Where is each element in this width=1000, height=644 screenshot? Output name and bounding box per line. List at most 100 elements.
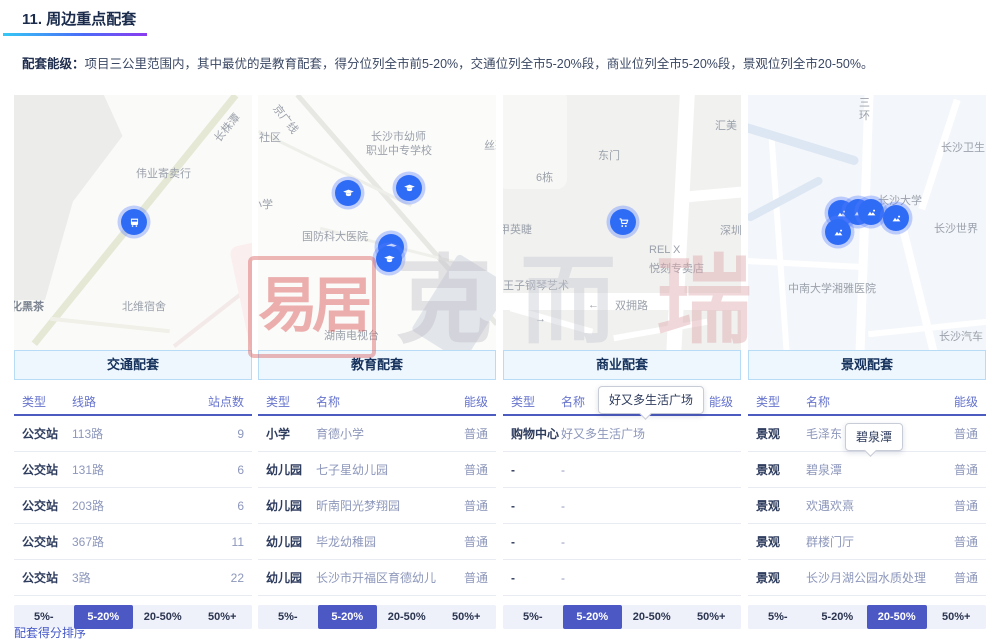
cell-type: 景观 [748,569,806,586]
cell-name[interactable]: 131路 [72,461,192,478]
table-row: -- [503,560,741,596]
column-header: 名称 [806,393,926,410]
score-sort-note: 配套得分排序 [14,624,86,641]
graduation-cap-icon [381,251,398,268]
business-map[interactable]: 汇美东门6栋甲英睫深圳REL X悦刻专卖店王子钢琴艺术←双拥路→ [503,95,741,350]
cell-name[interactable]: - [561,535,681,549]
cell-type: 公交站 [14,461,72,478]
education-map[interactable]: 京广线社区长沙市幼师职业中专学校丝茅小学国防科大医院湖南电视台 [258,95,496,350]
cell-level: 普通 [436,461,496,478]
table-row: 公交站3路22 [14,560,252,596]
panel-title-education: 教育配套 [258,350,496,380]
graduation-cap-icon [340,185,357,202]
table-row: -- [503,524,741,560]
map-label: 丝茅 [484,137,496,153]
cell-name[interactable]: 七子星幼儿园 [316,461,436,478]
cell-type: 景观 [748,533,806,550]
column-header: 能级 [436,393,496,410]
cell-name[interactable]: 群楼门厅 [806,533,926,550]
cell-level: 普通 [436,425,496,442]
cell-name[interactable]: 长沙市开福区育德幼儿园 [316,569,436,586]
cell-level: 9 [192,427,252,441]
table-row: 景观欢遇欢熹普通 [748,488,986,524]
rating-segment: 5%- [748,605,808,629]
cell-name[interactable]: - [561,499,681,513]
cell-name[interactable]: 203路 [72,497,192,514]
summary-text: 配套能级：项目三公里范围内，其中最优的是教育配套，得分位列全市前5-20%，交通… [22,56,942,73]
map-label: 职业中专学校 [366,142,432,158]
transport-table: 类型线路站点数公交站113路9公交站131路6公交站203路6公交站367路11… [14,388,252,596]
rating-segment: 20-50% [133,605,193,629]
bus-icon-marker[interactable] [121,209,147,235]
column-header: 线路 [72,393,192,410]
title-underline [3,33,147,36]
map-label: 6栋 [536,169,553,185]
rating-segment: 5-20% [808,605,868,629]
table-row: 景观碧泉潭普通 [748,452,986,488]
panel-title-transport: 交通配套 [14,350,252,380]
graduation-cap-icon-marker[interactable] [376,246,402,272]
table-row: -- [503,452,741,488]
cell-name[interactable]: - [561,463,681,477]
cell-type: 公交站 [14,533,72,550]
rating-segment: 50%+ [437,605,497,629]
cell-type: 小学 [258,425,316,442]
table-row: 幼儿园毕龙幼稚园普通 [258,524,496,560]
cell-name[interactable]: 欢遇欢熹 [806,497,926,514]
map-road-shape [613,319,708,341]
cell-name[interactable]: - [561,571,681,585]
scenic-icon-marker[interactable] [825,219,851,245]
scenic-icon-marker[interactable] [858,199,884,225]
cell-level: 普通 [926,425,986,442]
map-label: 伟业寄卖行 [136,165,191,181]
map-area-shape [503,95,567,189]
rating-segment: 5%- [503,605,563,629]
map-label: 中南大学湘雅医院 [788,280,876,296]
table-row: 公交站113路9 [14,416,252,452]
rating-segment: 20-50% [377,605,437,629]
cell-level: 11 [192,535,252,549]
panel-education: 京广线社区长沙市幼师职业中专学校丝茅小学国防科大医院湖南电视台 教育配套 类型名… [258,95,496,629]
cell-name[interactable]: 113路 [72,425,192,442]
map-label: ← [588,299,599,311]
cell-name[interactable]: 育德小学 [316,425,436,442]
cell-level: 普通 [436,533,496,550]
graduation-cap-icon-marker[interactable] [335,180,361,206]
rating-segment: 50%+ [927,605,987,629]
cell-type: - [503,463,561,477]
cell-name[interactable]: 长沙月湖公园水质处理站 [806,569,926,586]
landscape-map[interactable]: 三环长沙卫生长沙大学长沙世界中南大学湘雅医院长沙汽车 [748,95,986,350]
transport-map[interactable]: 伟业寄卖行安化黑茶北维宿舍长株潭 [14,95,252,350]
summary-label: 配套能级： [22,57,85,71]
cart-icon-marker[interactable] [610,209,636,235]
cell-name[interactable]: 碧泉潭 [806,461,926,478]
graduation-cap-icon-marker[interactable] [396,175,422,201]
cell-level: 22 [192,571,252,585]
rating-segment: 5-20% [563,605,623,629]
rating-segment: 20-50% [867,605,927,629]
cart-icon [615,214,632,231]
rating-segment: 50%+ [193,605,253,629]
scenic-icon-marker[interactable] [883,205,909,231]
cell-name[interactable]: 好又多生活广场 [561,425,681,442]
map-label: 北维宿舍 [122,298,166,314]
panel-title-business: 商业配套 [503,350,741,380]
table-row: 幼儿园昕南阳光梦翔园普通 [258,488,496,524]
cell-name[interactable]: 昕南阳光梦翔园 [316,497,436,514]
cell-type: 幼儿园 [258,497,316,514]
map-label: 深圳 [720,222,741,238]
map-road-shape [748,258,864,270]
cell-level: 6 [192,463,252,477]
cell-name[interactable]: 367路 [72,533,192,550]
education-table: 类型名称能级小学育德小学普通幼儿园七子星幼儿园普通幼儿园昕南阳光梦翔园普通幼儿园… [258,388,496,596]
cell-name[interactable]: 3路 [72,569,192,586]
cell-type: - [503,571,561,585]
column-header: 能级 [926,393,986,410]
cell-type: 幼儿园 [258,569,316,586]
cell-level: 普通 [926,533,986,550]
summary-body: 项目三公里范围内，其中最优的是教育配套，得分位列全市前5-20%，交通位列全市5… [85,57,874,71]
panel-landscape: 三环长沙卫生长沙大学长沙世界中南大学湘雅医院长沙汽车 景观配套 类型名称能级景观… [748,95,986,629]
cell-level: 普通 [926,461,986,478]
cell-name[interactable]: 毕龙幼稚园 [316,533,436,550]
cell-level: 普通 [926,497,986,514]
